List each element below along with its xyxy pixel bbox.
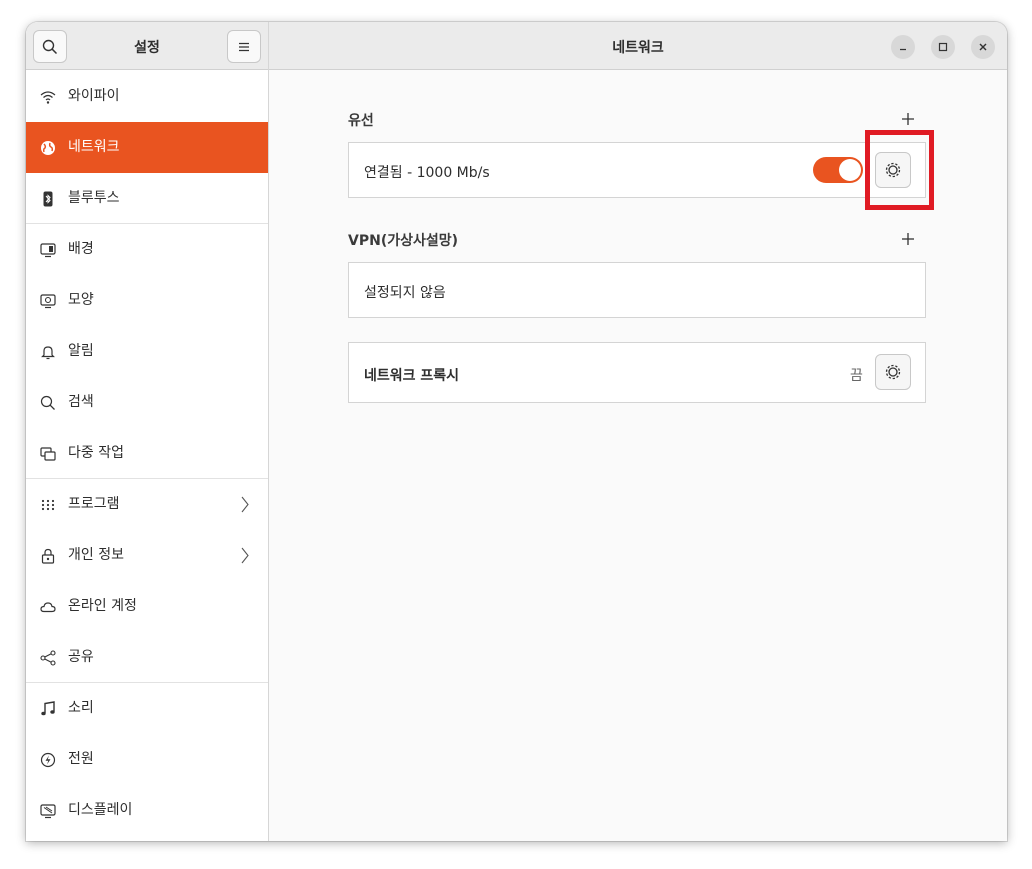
apps-grid-icon xyxy=(39,496,56,513)
sidebar-item-power[interactable]: 전원 xyxy=(26,734,268,785)
sidebar-item-label: 전원 xyxy=(68,751,94,767)
sidebar-item-label: 공유 xyxy=(68,649,94,665)
sidebar-item-sound[interactable]: 소리 xyxy=(26,683,268,734)
menu-button[interactable] xyxy=(227,30,261,63)
minimize-button[interactable] xyxy=(891,35,915,59)
sidebar-item-wifi[interactable]: 와이파이 xyxy=(26,71,268,122)
settings-window: 설정 와이파이 네트워크 블루투스 배경 모양 알림 검색 다중 작업 프로그램… xyxy=(26,22,1007,841)
highlight-box xyxy=(865,130,934,210)
close-button[interactable] xyxy=(971,35,995,59)
wired-section-title: 유선 xyxy=(348,113,374,129)
sidebar-item-label: 다중 작업 xyxy=(68,445,124,461)
sidebar-header: 설정 xyxy=(26,22,268,70)
proxy-label: 네트워크 프록시 xyxy=(364,368,460,384)
add-wired-button[interactable] xyxy=(901,111,915,125)
add-vpn-button[interactable] xyxy=(901,231,915,245)
appearance-icon xyxy=(39,292,56,309)
vpn-row: 설정되지 않음 xyxy=(348,262,926,318)
sidebar-item-search[interactable]: 검색 xyxy=(26,377,268,428)
sidebar-item-notifications[interactable]: 알림 xyxy=(26,326,268,377)
sidebar-item-background[interactable]: 배경 xyxy=(26,224,268,275)
sidebar-item-label: 와이파이 xyxy=(68,88,120,104)
search-icon xyxy=(39,394,56,411)
sidebar-item-privacy[interactable]: 개인 정보 xyxy=(26,530,268,581)
maximize-icon xyxy=(938,42,948,52)
sidebar-item-multitasking[interactable]: 다중 작업 xyxy=(26,428,268,479)
display-icon xyxy=(39,802,56,819)
chevron-right-icon xyxy=(240,547,250,564)
vpn-section-title: VPN(가상사설망) xyxy=(348,233,459,249)
bluetooth-icon xyxy=(39,190,56,207)
sidebar-item-online-accounts[interactable]: 온라인 계정 xyxy=(26,581,268,632)
gear-icon xyxy=(885,364,901,380)
wired-toggle[interactable] xyxy=(813,157,863,183)
music-note-icon xyxy=(39,700,56,717)
sidebar: 설정 와이파이 네트워크 블루투스 배경 모양 알림 검색 다중 작업 프로그램… xyxy=(26,22,269,841)
hamburger-menu-icon xyxy=(239,42,249,51)
wired-status: 연결됨 - 1000 Mb/s xyxy=(364,165,490,181)
sidebar-item-label: 온라인 계정 xyxy=(68,598,137,614)
sidebar-list: 와이파이 네트워크 블루투스 배경 모양 알림 검색 다중 작업 프로그램 개인… xyxy=(26,71,268,836)
multitasking-icon xyxy=(39,445,56,462)
sidebar-item-bluetooth[interactable]: 블루투스 xyxy=(26,173,268,224)
lock-icon xyxy=(39,547,56,564)
vpn-status: 설정되지 않음 xyxy=(364,285,446,301)
close-icon xyxy=(979,43,987,51)
plus-icon xyxy=(902,113,914,125)
plus-icon xyxy=(902,233,914,245)
main-header: 네트워크 xyxy=(269,22,1007,70)
sidebar-item-label: 배경 xyxy=(68,241,94,257)
sidebar-item-label: 디스플레이 xyxy=(68,802,133,818)
chevron-right-icon xyxy=(240,496,250,513)
sidebar-item-label: 알림 xyxy=(68,343,94,359)
wired-connection-row: 연결됨 - 1000 Mb/s xyxy=(348,142,926,198)
sidebar-item-label: 프로그램 xyxy=(68,496,120,512)
sidebar-item-appearance[interactable]: 모양 xyxy=(26,275,268,326)
sidebar-item-network[interactable]: 네트워크 xyxy=(26,122,268,173)
cloud-icon xyxy=(39,598,56,615)
globe-icon xyxy=(39,139,56,156)
share-icon xyxy=(39,649,56,666)
minimize-icon xyxy=(900,48,906,51)
sidebar-item-sharing[interactable]: 공유 xyxy=(26,632,268,683)
sidebar-item-apps[interactable]: 프로그램 xyxy=(26,479,268,530)
wifi-icon xyxy=(39,88,56,105)
sidebar-item-label: 검색 xyxy=(68,394,94,410)
toggle-knob xyxy=(839,159,861,181)
sidebar-item-label: 모양 xyxy=(68,292,94,308)
proxy-settings-button[interactable] xyxy=(875,354,911,390)
proxy-status: 끔 xyxy=(850,368,863,384)
sidebar-item-label: 네트워크 xyxy=(68,139,120,155)
sidebar-item-label: 소리 xyxy=(68,700,94,716)
background-icon xyxy=(39,241,56,258)
power-icon xyxy=(39,751,56,768)
bell-icon xyxy=(39,343,56,360)
network-proxy-row[interactable]: 네트워크 프록시 끔 xyxy=(348,342,926,403)
sidebar-item-label: 개인 정보 xyxy=(68,547,124,563)
sidebar-item-label: 블루투스 xyxy=(68,190,120,206)
maximize-button[interactable] xyxy=(931,35,955,59)
sidebar-item-display[interactable]: 디스플레이 xyxy=(26,785,268,836)
